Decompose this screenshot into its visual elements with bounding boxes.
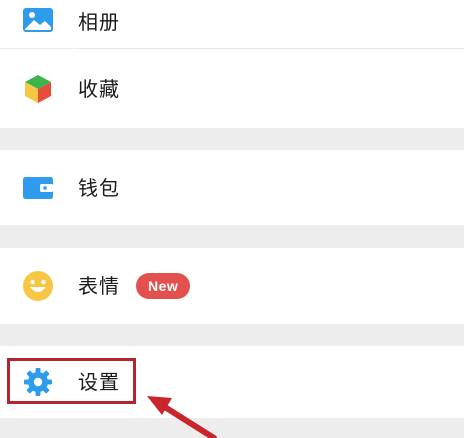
- menu-item-favorites[interactable]: 收藏: [0, 49, 464, 128]
- settings-gear-icon: [22, 366, 54, 398]
- new-badge: New: [136, 273, 191, 299]
- menu-item-label: 设置: [78, 370, 120, 394]
- me-menu-list: 相册 收藏 钱包 表情 New 设置: [0, 0, 464, 438]
- menu-item-label: 相册: [78, 10, 120, 34]
- menu-item-settings[interactable]: 设置: [0, 346, 464, 418]
- menu-item-album[interactable]: 相册: [0, 0, 464, 48]
- menu-item-stickers[interactable]: 表情 New: [0, 248, 464, 324]
- menu-item-label: 钱包: [78, 176, 120, 200]
- photo-album-icon: [22, 4, 54, 36]
- wallet-icon: [22, 172, 54, 204]
- favorites-cube-icon: [22, 73, 54, 105]
- menu-item-label: 收藏: [78, 77, 120, 101]
- menu-item-label: 表情: [78, 274, 120, 298]
- menu-item-wallet[interactable]: 钱包: [0, 150, 464, 225]
- sticker-smiley-icon: [22, 270, 54, 302]
